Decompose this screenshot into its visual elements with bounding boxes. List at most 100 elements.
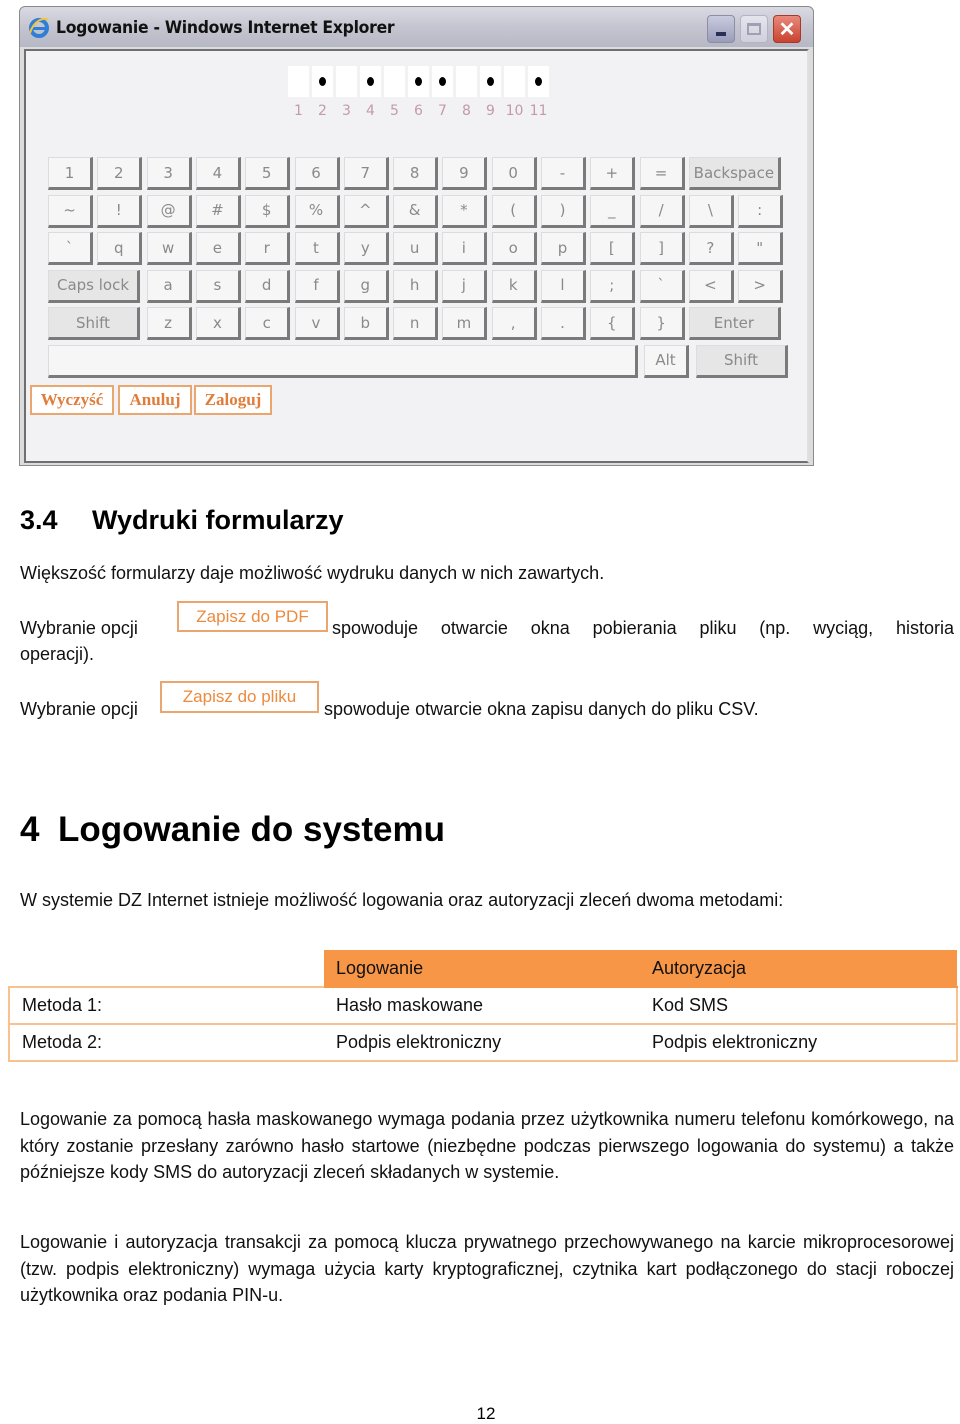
password-position-labels: 1 2 3 4 5 6 7 8 9 10 11: [288, 103, 549, 119]
key-h[interactable]: h: [393, 269, 439, 303]
key-symbol[interactable]: ,: [491, 307, 537, 340]
key-a[interactable]: a: [146, 269, 192, 303]
space-key[interactable]: [48, 344, 638, 378]
key-g[interactable]: g: [343, 269, 389, 303]
password-char-box[interactable]: [480, 66, 501, 97]
key-9[interactable]: 9: [442, 157, 488, 190]
save-to-pdf-button[interactable]: Zapisz do PDF: [177, 601, 328, 632]
key-symbol[interactable]: !: [97, 194, 143, 228]
key-symbol[interactable]: %: [294, 194, 340, 228]
key-5[interactable]: 5: [245, 157, 291, 190]
key-d[interactable]: d: [245, 269, 291, 303]
key-symbol[interactable]: :: [738, 194, 784, 228]
save-to-file-button[interactable]: Zapisz do pliku: [160, 681, 319, 713]
key-symbol[interactable]: \: [688, 194, 734, 228]
key-e[interactable]: e: [195, 232, 241, 265]
key-symbol[interactable]: `: [639, 269, 685, 303]
key-symbol[interactable]: .: [541, 307, 586, 340]
key-o[interactable]: o: [491, 232, 537, 265]
key-f[interactable]: f: [294, 269, 340, 303]
key-8[interactable]: 8: [393, 157, 439, 190]
key-p[interactable]: p: [541, 232, 586, 265]
key-symbol[interactable]: +: [590, 157, 636, 190]
key-symbol[interactable]: ?: [688, 232, 734, 265]
key-shift[interactable]: Shift: [696, 344, 788, 378]
password-char-box[interactable]: [312, 66, 333, 97]
key-symbol[interactable]: ": [738, 232, 784, 265]
key-backspace[interactable]: Backspace: [688, 157, 781, 190]
password-char-box[interactable]: [360, 66, 381, 97]
key-symbol[interactable]: -: [541, 157, 586, 190]
key-i[interactable]: i: [442, 232, 488, 265]
key-6[interactable]: 6: [294, 157, 340, 190]
key-4[interactable]: 4: [195, 157, 241, 190]
key-caps-lock[interactable]: Caps lock: [48, 269, 140, 303]
password-char-box[interactable]: [528, 66, 549, 97]
password-char-box[interactable]: [384, 66, 405, 97]
key-alt[interactable]: Alt: [644, 344, 689, 378]
password-char-box[interactable]: [456, 66, 477, 97]
key-symbol[interactable]: `: [48, 232, 93, 265]
key-symbol[interactable]: ): [541, 194, 586, 228]
key-1[interactable]: 1: [48, 157, 93, 190]
password-char-box[interactable]: [408, 66, 429, 97]
key-symbol[interactable]: ~: [48, 194, 93, 228]
key-7[interactable]: 7: [343, 157, 389, 190]
key-symbol[interactable]: &: [393, 194, 439, 228]
key-0[interactable]: 0: [491, 157, 537, 190]
key-symbol[interactable]: @: [146, 194, 192, 228]
key-symbol[interactable]: ;: [590, 269, 636, 303]
key-w[interactable]: w: [146, 232, 192, 265]
password-char-box[interactable]: [336, 66, 357, 97]
paragraph-masked-password: Logowanie za pomocą hasła maskowanego wy…: [20, 1109, 954, 1182]
key-symbol[interactable]: =: [639, 157, 685, 190]
key-symbol[interactable]: $: [245, 194, 291, 228]
password-position-label: 6: [414, 103, 423, 119]
masked-dot-icon: [439, 77, 446, 86]
key-x[interactable]: x: [195, 307, 241, 340]
clear-button[interactable]: Wyczyść: [30, 385, 114, 415]
login-button[interactable]: Zaloguj: [194, 385, 272, 415]
key-symbol[interactable]: _: [590, 194, 636, 228]
key-symbol[interactable]: [: [590, 232, 636, 265]
password-char-box[interactable]: [432, 66, 453, 97]
close-button[interactable]: ✕: [773, 15, 801, 43]
key-q[interactable]: q: [97, 232, 143, 265]
title-bar[interactable]: Logowanie - Windows Internet Explorer ✕: [20, 7, 813, 47]
maximize-button[interactable]: [740, 15, 768, 43]
key-u[interactable]: u: [393, 232, 439, 265]
key-r[interactable]: r: [245, 232, 291, 265]
password-char-box[interactable]: [504, 66, 525, 97]
key-j[interactable]: j: [442, 269, 488, 303]
key-t[interactable]: t: [294, 232, 340, 265]
key-symbol[interactable]: {: [590, 307, 636, 340]
paragraph-electronic-signature: Logowanie i autoryzacja transakcji za po…: [20, 1232, 954, 1305]
key-n[interactable]: n: [393, 307, 439, 340]
key-2[interactable]: 2: [97, 157, 143, 190]
key-symbol[interactable]: ]: [639, 232, 685, 265]
key-enter[interactable]: Enter: [688, 307, 781, 340]
key-m[interactable]: m: [442, 307, 488, 340]
key-v[interactable]: v: [294, 307, 340, 340]
key-shift[interactable]: Shift: [48, 307, 140, 340]
key-s[interactable]: s: [195, 269, 241, 303]
key-z[interactable]: z: [146, 307, 192, 340]
minimize-button[interactable]: [707, 15, 735, 43]
table-cell: Metoda 1:: [8, 986, 324, 1025]
key-symbol[interactable]: #: [195, 194, 241, 228]
key-symbol[interactable]: }: [639, 307, 685, 340]
key-3[interactable]: 3: [146, 157, 192, 190]
key-l[interactable]: l: [541, 269, 586, 303]
key-c[interactable]: c: [245, 307, 291, 340]
key-b[interactable]: b: [343, 307, 389, 340]
password-char-box[interactable]: [288, 66, 309, 97]
key-k[interactable]: k: [491, 269, 537, 303]
key-symbol[interactable]: (: [491, 194, 537, 228]
key-symbol[interactable]: *: [442, 194, 488, 228]
key-symbol[interactable]: /: [639, 194, 685, 228]
key-symbol[interactable]: <: [688, 269, 734, 303]
key-y[interactable]: y: [343, 232, 389, 265]
key-symbol[interactable]: >: [738, 269, 784, 303]
key-symbol[interactable]: ^: [343, 194, 389, 228]
cancel-button[interactable]: Anuluj: [118, 385, 192, 415]
